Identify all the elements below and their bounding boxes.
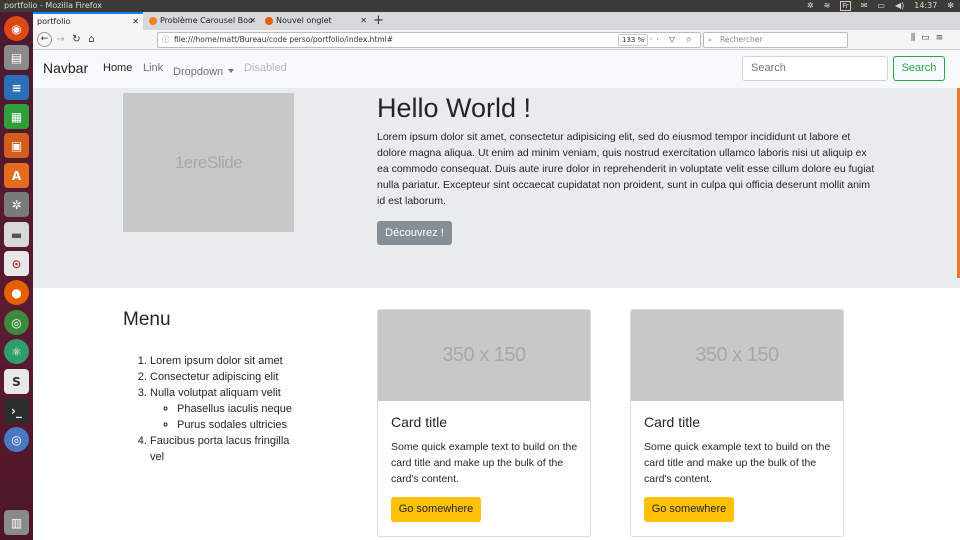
menu-list: Lorem ipsum dolor sit amet Consectetur a… xyxy=(123,353,303,465)
card-image-placeholder: 350 x 150 xyxy=(378,310,590,401)
caret-down-icon xyxy=(228,68,235,73)
library-sidebar-menu-icons[interactable]: ⫼▭≡ xyxy=(911,33,949,43)
card-title: Card title xyxy=(391,414,448,430)
keyboard-layout[interactable]: Fr xyxy=(840,1,851,11)
card-title: Card title xyxy=(644,414,701,430)
browser-toolbar: ← → ↻ ⌂ ⓘ file:///home/matt/Bureau/code … xyxy=(33,30,960,50)
menu-item: Lorem ipsum dolor sit amet xyxy=(150,353,303,369)
menu-item: Faucibus porta lacus fringilla vel xyxy=(150,433,303,465)
calc-icon[interactable]: ▦ xyxy=(4,104,29,129)
tab-new[interactable]: Nouvel onglet ✕ xyxy=(261,12,371,30)
search-icon: ⌕ xyxy=(708,35,713,44)
go-somewhere-button[interactable]: Go somewhere xyxy=(644,497,734,522)
browser-search-placeholder: Rechercher xyxy=(720,35,763,44)
settings-gear-icon[interactable]: ✻ xyxy=(947,0,954,12)
url-text: file:///home/matt/Bureau/code perso/port… xyxy=(174,35,394,44)
close-icon[interactable]: ✕ xyxy=(132,14,139,29)
home-icon[interactable]: ⌂ xyxy=(84,32,99,47)
volume-icon[interactable]: ◀) xyxy=(895,0,904,12)
chrome-icon[interactable]: ◎ xyxy=(4,310,29,335)
firefox-icon[interactable]: ● xyxy=(4,280,29,305)
stackoverflow-icon xyxy=(149,16,157,25)
search-button[interactable]: Search xyxy=(893,56,945,81)
tab-carousel[interactable]: Problème Carousel Boo ✕ xyxy=(145,12,260,30)
reload-icon[interactable]: ↻ xyxy=(69,32,84,47)
menu-item: Nulla volutpat aliquam velit Phasellus i… xyxy=(150,385,303,433)
menu-title: Menu xyxy=(123,309,171,330)
hero-paragraph: Lorem ipsum dolor sit amet, consectetur … xyxy=(377,131,875,207)
jumbotron: 1ereSlide Hello World ! Lorem ipsum dolo… xyxy=(33,88,960,288)
software-center-icon[interactable]: A xyxy=(4,163,29,188)
nav-dropdown-label: Dropdown xyxy=(173,66,224,78)
search-input[interactable]: Search xyxy=(742,56,888,81)
tab-label: Nouvel onglet xyxy=(276,16,332,25)
tab-portfolio[interactable]: portfolio ✕ xyxy=(33,12,143,30)
system-settings-icon[interactable]: ✲ xyxy=(4,192,29,217)
menu-item-label: Nulla volutpat aliquam velit xyxy=(150,387,281,399)
network-icon[interactable]: ✲ xyxy=(807,0,814,12)
os-top-panel: portfolio - Mozilla Firefox ✲ ≋ Fr ✉ ▭ ◀… xyxy=(0,0,960,12)
site-navbar: Navbar Home Link Dropdown Disabled Searc… xyxy=(33,50,960,88)
nav-link[interactable]: Link xyxy=(143,62,163,74)
clock[interactable]: 14:37 xyxy=(914,0,937,12)
menu-item: Consectetur adipiscing elit xyxy=(150,369,303,385)
close-icon[interactable]: ✕ xyxy=(360,12,367,30)
impress-icon[interactable]: ▣ xyxy=(4,133,29,158)
back-arrow-icon[interactable]: ← xyxy=(37,32,52,47)
nav-disabled: Disabled xyxy=(244,62,287,74)
browser-search-input[interactable]: ⌕ Rechercher xyxy=(703,32,848,48)
wifi-icon[interactable]: ≋ xyxy=(824,0,831,12)
go-somewhere-button[interactable]: Go somewhere xyxy=(391,497,481,522)
removable-drive-icon[interactable]: ⊙ xyxy=(4,251,29,276)
card-image-placeholder: 350 x 150 xyxy=(631,310,843,401)
ubuntu-logo-icon[interactable]: ◉ xyxy=(4,16,29,41)
sublime-icon[interactable]: S xyxy=(4,369,29,394)
carousel-slide[interactable]: 1ereSlide xyxy=(123,93,294,232)
page-actions-icon[interactable]: ··· ▽ ☆ xyxy=(644,33,696,47)
nav-dropdown[interactable]: Dropdown xyxy=(173,62,235,80)
tab-bar: portfolio ✕ Problème Carousel Boo ✕ Nouv… xyxy=(33,12,960,30)
system-tray: ✲ ≋ Fr ✉ ▭ ◀) 14:37 ✻ xyxy=(807,0,954,12)
atom-icon[interactable]: ⚛ xyxy=(4,339,29,364)
close-icon[interactable]: ✕ xyxy=(249,12,256,30)
battery-icon[interactable]: ▭ xyxy=(877,0,885,12)
ubuntu-launcher: ◉ ▤ ≡ ▦ ▣ A ✲ ▬ ⊙ ● ◎ ⚛ S ›_ ◎ ▥ xyxy=(0,12,33,540)
forward-arrow-icon[interactable]: → xyxy=(53,32,68,47)
mail-icon[interactable]: ✉ xyxy=(861,0,868,12)
card: 350 x 150 Card title Some quick example … xyxy=(377,309,591,537)
writer-icon[interactable]: ≡ xyxy=(4,75,29,100)
card-text: Some quick example text to build on the … xyxy=(391,441,578,485)
terminal-icon[interactable]: ›_ xyxy=(4,398,29,423)
menu-subitem: Phasellus iaculis neque xyxy=(177,401,303,417)
window-title: portfolio - Mozilla Firefox xyxy=(4,1,103,10)
page-viewport: Navbar Home Link Dropdown Disabled Searc… xyxy=(33,50,960,540)
chromium-icon[interactable]: ◎ xyxy=(4,427,29,452)
new-tab-plus-icon[interactable]: + xyxy=(373,12,384,29)
drive-icon[interactable]: ▬ xyxy=(4,222,29,247)
discover-button[interactable]: Découvrez ! xyxy=(377,221,452,245)
navbar-brand[interactable]: Navbar xyxy=(43,60,88,76)
url-bar[interactable]: ⓘ file:///home/matt/Bureau/code perso/po… xyxy=(157,32,701,48)
card-text: Some quick example text to build on the … xyxy=(644,441,831,485)
hero-heading: Hello World ! xyxy=(377,93,532,123)
menu-subitem: Purus sodales ultricies xyxy=(177,417,303,433)
tab-label: portfolio xyxy=(37,17,71,26)
nav-home[interactable]: Home xyxy=(103,62,132,74)
files-icon[interactable]: ▤ xyxy=(4,45,29,70)
card: 350 x 150 Card title Some quick example … xyxy=(630,309,844,537)
tab-label: Problème Carousel Boo xyxy=(160,16,253,25)
trash-icon[interactable]: ▥ xyxy=(4,510,29,535)
firefox-icon xyxy=(265,16,273,25)
info-icon[interactable]: ⓘ xyxy=(162,33,170,47)
